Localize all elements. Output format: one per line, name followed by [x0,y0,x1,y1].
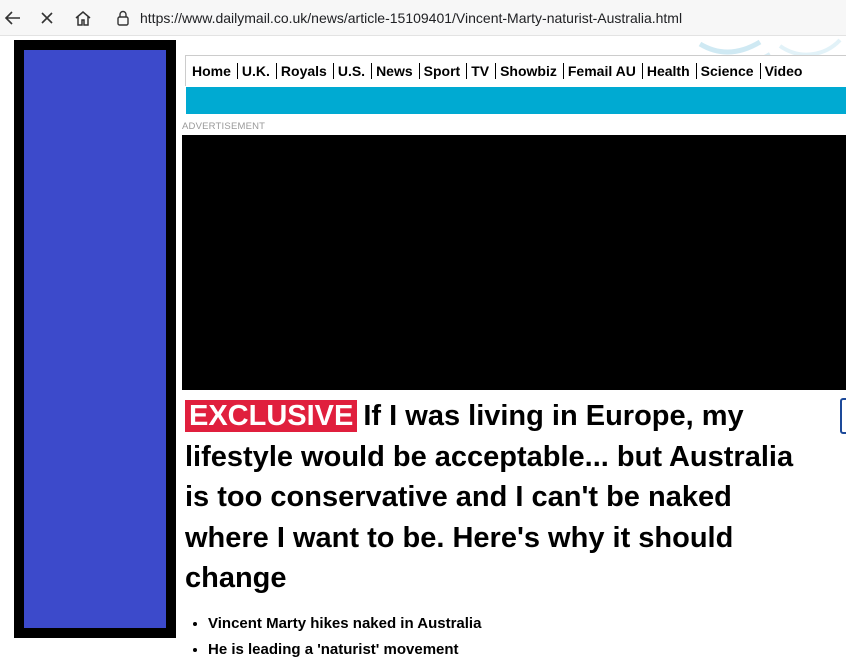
side-widget-button[interactable] [840,398,846,434]
nav-item-royals[interactable]: Royals [281,63,334,79]
nav-item-science[interactable]: Science [701,63,761,79]
home-icon[interactable] [72,7,94,29]
article-summary-list: Vincent Marty hikes naked in Australia H… [186,611,481,660]
nav-item-uk[interactable]: U.K. [242,63,277,79]
nav-item-femail-au[interactable]: Femail AU [568,63,643,79]
nav-item-showbiz[interactable]: Showbiz [500,63,564,79]
nav-item-tv[interactable]: TV [471,63,497,79]
side-ad-banner[interactable] [14,40,176,638]
summary-bullet: He is leading a 'naturist' movement [208,637,481,660]
article-headline[interactable]: EXCLUSIVE If I was living in Europe, my l… [185,396,815,599]
summary-bullet: Vincent Marty hikes naked in Australia [208,611,481,637]
web-page: Home U.K. Royals U.S. News Sport TV Show… [0,36,846,660]
browser-toolbar: https://www.dailymail.co.uk/news/article… [0,0,846,36]
address-bar-url[interactable]: https://www.dailymail.co.uk/news/article… [140,10,682,26]
site-info-icon[interactable] [112,7,134,29]
sub-nav-bar [186,87,846,114]
close-icon[interactable] [36,7,58,29]
exclusive-badge: EXCLUSIVE [185,400,358,432]
nav-item-news[interactable]: News [376,63,420,79]
nav-item-sport[interactable]: Sport [424,63,468,79]
nav-item-home[interactable]: Home [192,63,238,79]
side-ad-content[interactable] [24,50,166,628]
advertisement-label: ADVERTISEMENT [182,121,266,132]
main-nav: Home U.K. Royals U.S. News Sport TV Show… [185,55,846,86]
advertisement-banner[interactable] [182,135,846,390]
back-arrow-icon[interactable] [2,7,24,29]
nav-item-us[interactable]: U.S. [338,63,373,79]
nav-item-video[interactable]: Video [765,63,809,79]
nav-item-health[interactable]: Health [647,63,697,79]
